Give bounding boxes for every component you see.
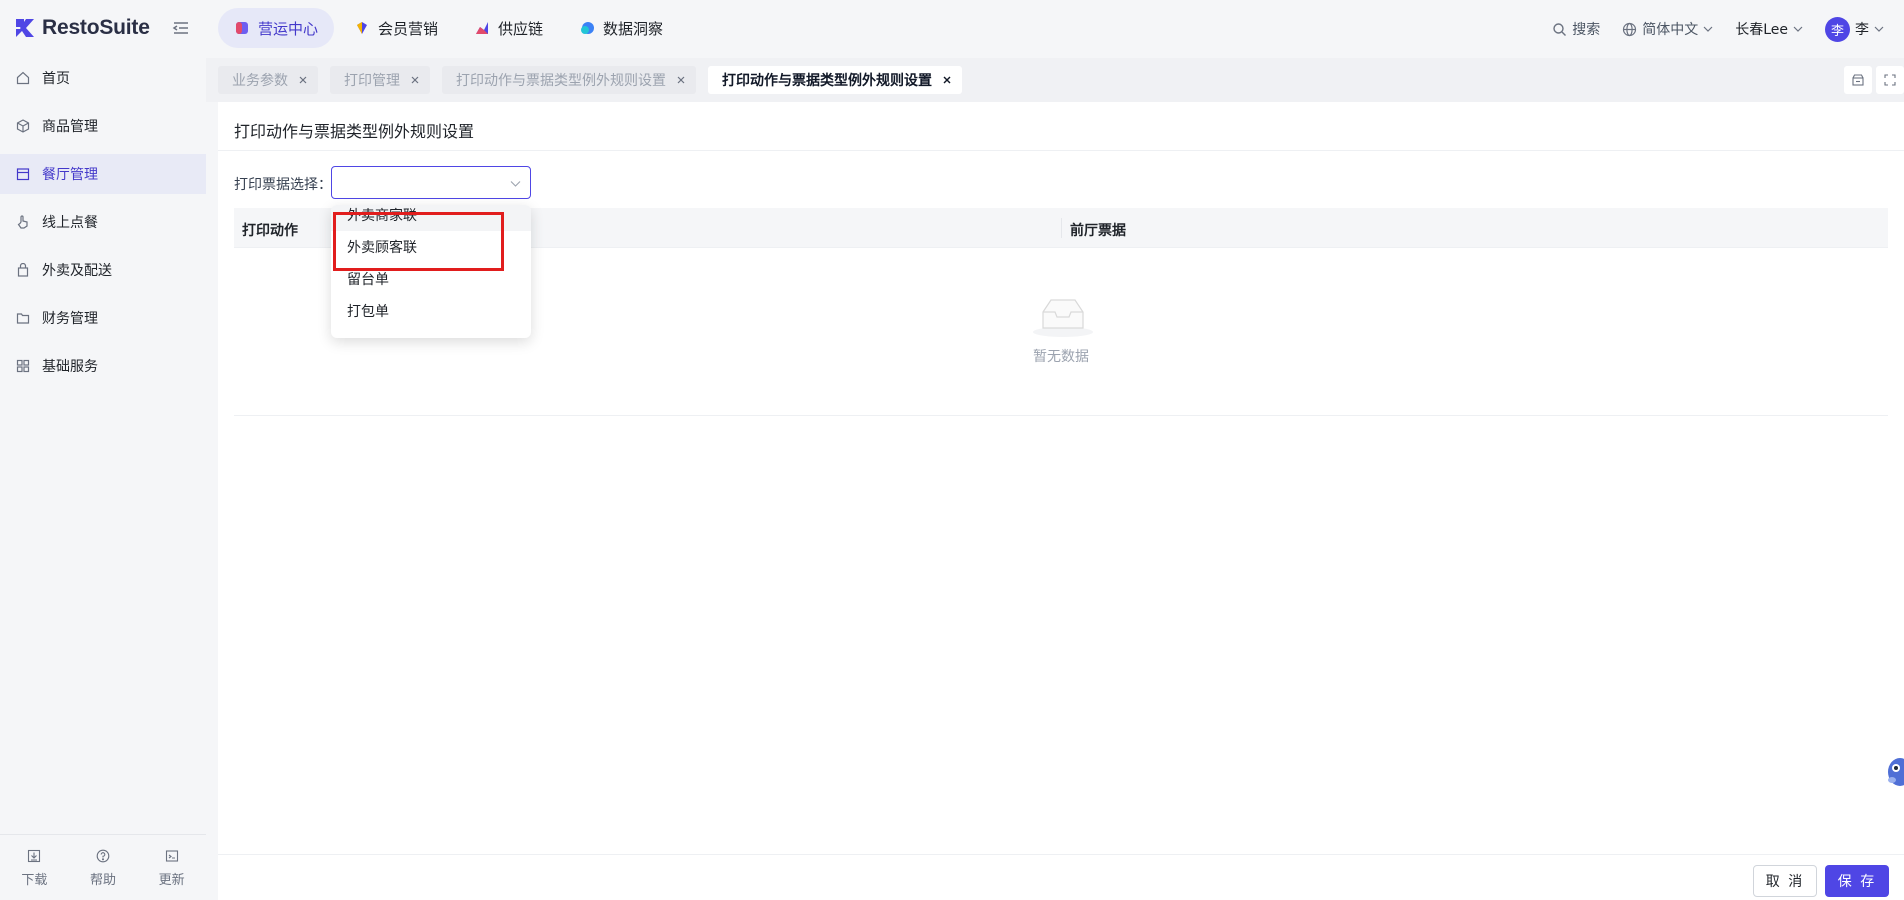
dropdown-option-packing-ticket[interactable]: 打包单: [331, 295, 531, 327]
close-icon[interactable]: [676, 75, 686, 85]
topnav-label: 供应链: [498, 19, 544, 38]
user-name: 李: [1855, 22, 1869, 38]
search-label: 搜索: [1572, 22, 1601, 38]
sidebar-item-restaurant[interactable]: 餐厅管理: [0, 154, 206, 194]
close-icon[interactable]: [942, 75, 952, 85]
fullscreen-button[interactable]: [1876, 66, 1904, 94]
language-label: 简体中文: [1642, 22, 1699, 38]
topnav-data-insights[interactable]: 数据洞察: [563, 8, 679, 48]
sidebar-item-finance[interactable]: 财务管理: [0, 298, 206, 338]
page-title: 打印动作与票据类型例外规则设置: [234, 122, 475, 141]
collapse-menu-icon[interactable]: [172, 19, 190, 37]
fullscreen-icon: [1884, 74, 1896, 86]
sidebar: 首页 商品管理 餐厅管理 线上点餐 外卖及配送 财务管理 基础服务 下载 帮助: [0, 58, 206, 900]
chevron-down-icon: [1874, 26, 1884, 32]
topnav-operations[interactable]: 营运中心: [218, 8, 335, 48]
column-header: 前厅票据: [1070, 223, 1126, 239]
update-label: 更新: [158, 873, 185, 888]
tab-business-params[interactable]: 业务参数: [218, 66, 318, 94]
ticket-select-label: 打印票据选择：: [234, 177, 332, 193]
close-icon[interactable]: [410, 75, 420, 85]
download-button[interactable]: 下载: [0, 835, 69, 900]
download-icon: [28, 849, 41, 863]
tab-print-exception-rules[interactable]: 打印动作与票据类型例外规则设置: [442, 66, 696, 94]
grid-icon: [16, 359, 30, 373]
topnav-membership[interactable]: 会员营销: [338, 8, 454, 48]
sidebar-item-label: 线上点餐: [42, 215, 98, 231]
footer-actions: 取 消 保 存: [218, 854, 1904, 900]
store-icon: [16, 168, 30, 181]
topnav-label: 会员营销: [378, 19, 439, 38]
topnav-label: 营运中心: [258, 19, 319, 38]
user-menu[interactable]: 李 李: [1825, 16, 1884, 42]
sidebar-item-label: 餐厅管理: [42, 167, 98, 183]
chevron-down-icon: [1703, 26, 1713, 32]
tab-print-management[interactable]: 打印管理: [330, 66, 430, 94]
column-divider: [1061, 218, 1062, 238]
sidebar-item-label: 商品管理: [42, 119, 98, 135]
page-tabs: 业务参数 打印管理 打印动作与票据类型例外规则设置 打印动作与票据类型例外规则设…: [206, 58, 1904, 102]
topnav-label: 数据洞察: [603, 19, 664, 38]
cube-icon: [236, 22, 248, 34]
mascot-icon[interactable]: [1884, 748, 1904, 794]
app-name: RestoSuite: [42, 16, 150, 39]
empty-inbox-icon: [1033, 299, 1093, 337]
chart-icon: [476, 22, 489, 34]
search-button[interactable]: 搜索: [1552, 19, 1600, 39]
restosuite-logo-icon: [16, 19, 34, 37]
tab-label: 业务参数: [232, 73, 288, 89]
top-bar: RestoSuite 营运中心 会员营销 供应链 数据洞察 搜索 简体中文 长春…: [0, 0, 1904, 58]
sidebar-item-products[interactable]: 商品管理: [0, 106, 206, 146]
update-button[interactable]: 更新: [137, 835, 206, 900]
gem-icon: [357, 22, 368, 34]
avatar: 李: [1825, 16, 1850, 42]
help-label: 帮助: [90, 873, 117, 888]
language-selector[interactable]: 简体中文: [1622, 19, 1713, 39]
tab-label: 打印动作与票据类型例外规则设置: [456, 73, 666, 89]
store-switch-button[interactable]: [1844, 66, 1872, 94]
store-selector[interactable]: 长春Lee: [1735, 19, 1803, 39]
sidebar-item-delivery[interactable]: 外卖及配送: [0, 250, 206, 290]
sidebar-footer: 下载 帮助 更新: [0, 834, 206, 900]
home-icon: [16, 71, 30, 85]
topnav-supply-chain[interactable]: 供应链: [458, 8, 559, 48]
hand-pointer-icon: [17, 215, 28, 229]
divider: [218, 150, 1904, 151]
top-right-actions: 搜索 简体中文 长春Lee 李 李: [1552, 14, 1904, 44]
chevron-down-icon: [1793, 26, 1803, 32]
update-icon: [165, 850, 178, 862]
sidebar-item-basic-services[interactable]: 基础服务: [0, 346, 206, 386]
sidebar-item-home[interactable]: 首页: [0, 58, 206, 98]
globe-icon: [1623, 22, 1637, 36]
box-icon: [16, 119, 30, 133]
cancel-button[interactable]: 取 消: [1753, 865, 1817, 897]
tab-print-exception-rules-active[interactable]: 打印动作与票据类型例外规则设置: [708, 66, 962, 94]
help-button[interactable]: 帮助: [69, 835, 138, 900]
sidebar-item-label: 财务管理: [42, 311, 98, 327]
tab-label: 打印管理: [344, 73, 400, 89]
logo[interactable]: RestoSuite: [14, 16, 150, 40]
sidebar-item-label: 外卖及配送: [42, 263, 112, 279]
top-nav: 营运中心 会员营销 供应链 数据洞察: [218, 8, 679, 48]
download-label: 下载: [21, 873, 48, 888]
sidebar-item-online-ordering[interactable]: 线上点餐: [0, 202, 206, 242]
store-label: 长春Lee: [1735, 22, 1788, 38]
sphere-icon: [581, 22, 595, 34]
folder-icon: [16, 313, 30, 324]
sidebar-item-label: 首页: [42, 71, 70, 87]
sidebar-item-label: 基础服务: [42, 359, 98, 375]
shop-icon: [1852, 74, 1864, 86]
search-icon: [1553, 22, 1567, 36]
help-icon: [96, 849, 110, 863]
tab-label: 打印动作与票据类型例外规则设置: [722, 73, 932, 89]
chevron-down-icon: [510, 181, 521, 187]
close-icon[interactable]: [298, 75, 308, 85]
ticket-select[interactable]: [331, 166, 531, 199]
bag-icon: [17, 263, 29, 277]
column-header: 打印动作: [242, 223, 298, 239]
annotation-highlight-box: [333, 212, 504, 271]
tab-tools: [1844, 66, 1904, 94]
empty-text: 暂无数据: [1033, 349, 1089, 365]
save-button[interactable]: 保 存: [1825, 865, 1889, 897]
